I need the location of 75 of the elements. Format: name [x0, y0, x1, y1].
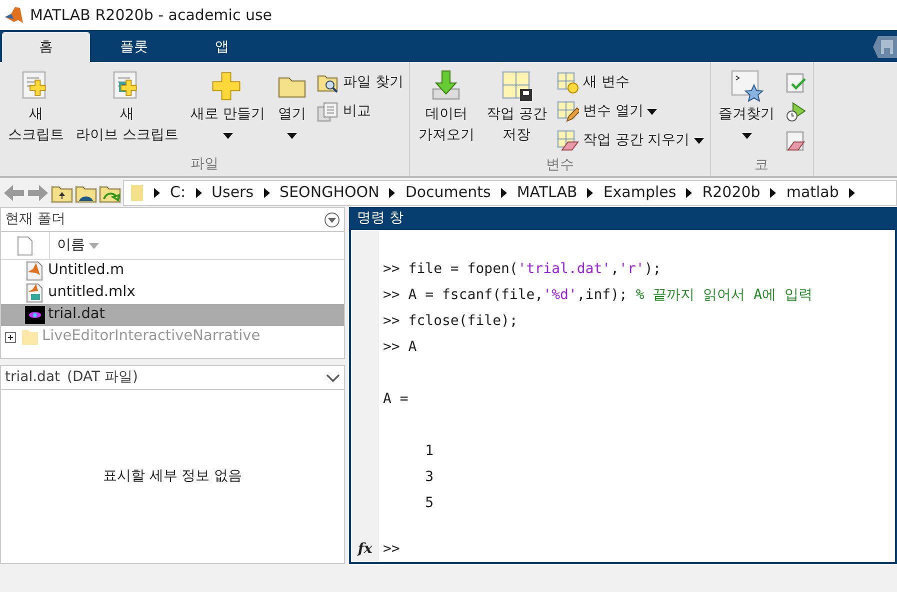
ribbon-button[interactable]: 즐겨찾기: [714, 68, 779, 155]
ribbon-button[interactable]: 열기: [272, 68, 311, 154]
section-label: 코: [754, 156, 770, 175]
panel-title: 명령 창: [351, 207, 895, 230]
live-script-icon: [25, 283, 45, 303]
path-segment[interactable]: matlab: [786, 181, 839, 204]
file-type: (DAT 파일): [67, 368, 138, 387]
path-arrow-icon: [196, 188, 202, 198]
eraser-icon: [556, 130, 579, 152]
code-line: >> A = fscanf(file,'%d',inf); % 끝까지 읽어서 A에 입력: [383, 286, 812, 304]
function-button[interactable]: fx: [358, 539, 372, 560]
file-name: trial.dat: [5, 368, 60, 387]
menu-icon[interactable]: [324, 212, 340, 228]
empty-message: 표시할 세부 정보 없음: [102, 467, 242, 486]
ribbon-tab[interactable]: 홈: [2, 32, 90, 62]
new-variable-icon: [556, 72, 579, 94]
ribbon-button[interactable]: 파일 찾기: [314, 68, 406, 97]
path-arrow-icon: [770, 188, 776, 198]
code-line: 5: [424, 494, 434, 512]
path-segment[interactable]: SEONGHOON: [280, 181, 380, 204]
ribbon-button[interactable]: 새 변수: [554, 68, 706, 97]
compare-icon: [316, 102, 339, 122]
file-row[interactable]: untitled.mlx: [1, 282, 344, 304]
file-row[interactable]: trial.dat: [1, 304, 344, 326]
file-row[interactable]: Untitled.m: [1, 260, 344, 282]
sort-icon: [88, 242, 98, 250]
code-line: 3: [424, 468, 434, 486]
path-arrow-icon: [154, 188, 160, 198]
ribbon-button[interactable]: 변수 열기: [554, 97, 706, 126]
ribbon-tab[interactable]: 앱: [178, 32, 266, 62]
save-icon[interactable]: [873, 36, 897, 58]
path-segment[interactable]: Users: [212, 181, 254, 204]
clear-commands-icon[interactable]: [784, 130, 807, 152]
ribbon-button[interactable]: 작업 공간 지우기: [554, 126, 706, 155]
column-header[interactable]: 이름: [49, 232, 344, 259]
run-timer-icon[interactable]: [784, 100, 807, 122]
path-segment[interactable]: Documents: [405, 181, 491, 204]
m-file-icon: [25, 261, 45, 281]
code-line: >> A: [383, 338, 417, 356]
chevron-icon[interactable]: [326, 372, 340, 382]
favorites-icon: [730, 69, 764, 103]
matlab-logo-icon: [4, 5, 24, 25]
path-arrow-icon: [264, 188, 270, 198]
path-segment[interactable]: C:: [170, 181, 186, 204]
save-workspace-icon: [500, 69, 534, 103]
path-arrow-icon: [587, 188, 594, 198]
ribbon-button[interactable]: 작업 공간 저장: [482, 68, 551, 155]
command-prompt[interactable]: >>: [383, 538, 400, 560]
ribbon-button[interactable]: 새 스크립트: [4, 68, 68, 154]
ribbon-button[interactable]: 새로 만들기: [186, 68, 269, 154]
expand-icon[interactable]: [5, 332, 16, 342]
open-variable-icon: [556, 100, 579, 122]
path-segment[interactable]: Examples: [603, 181, 676, 204]
code-line: 1: [424, 442, 434, 460]
path-arrow-icon: [848, 188, 855, 198]
folder-search-icon: [316, 72, 339, 92]
file-type-icon: [17, 236, 33, 256]
ribbon-tab[interactable]: 플롯: [90, 32, 178, 62]
check-document-icon[interactable]: [784, 72, 807, 94]
ribbon-button[interactable]: 비교: [314, 97, 406, 126]
panel-title: 현재 폴더: [5, 210, 66, 229]
ribbon-button[interactable]: 데이터 가져오기: [414, 68, 478, 155]
ribbon-button[interactable]: 새 라이브 스크립트: [72, 68, 182, 154]
path-arrow-icon: [389, 188, 396, 198]
path-arrow-icon: [686, 188, 692, 198]
code-line: A =: [383, 390, 408, 408]
path-segment[interactable]: MATLAB: [516, 181, 578, 204]
section-label: 변수: [545, 156, 576, 175]
path-segment[interactable]: R2020b: [702, 181, 760, 204]
section-label: 파일: [190, 155, 220, 174]
path-arrow-icon: [500, 188, 507, 198]
code-line: >> file = fopen('trial.dat','r');: [383, 260, 662, 278]
code-line: >> fclose(file);: [383, 312, 518, 330]
window-title: MATLAB R2020b - academic use: [30, 4, 272, 26]
data-file-icon: [25, 305, 45, 325]
